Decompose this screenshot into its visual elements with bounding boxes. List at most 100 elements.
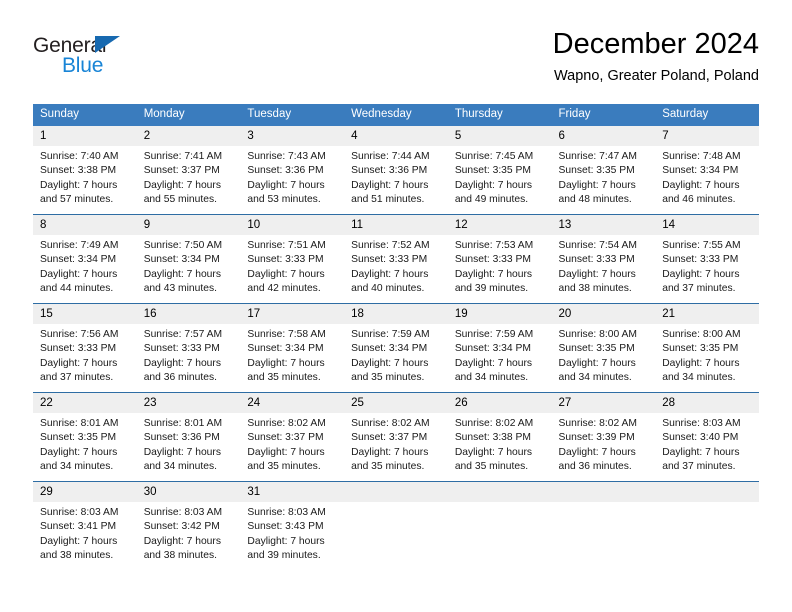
sunset-text: Sunset: 3:34 PM: [40, 254, 117, 266]
calendar-day-cell[interactable]: 16 Sunrise: 7:57 AM Sunset: 3:33 PM Dayl…: [136, 303, 241, 393]
calendar-day-cell[interactable]: 5 Sunrise: 7:45 AM Sunset: 3:35 PM Dayli…: [447, 126, 552, 215]
calendar-day-cell[interactable]: 15 Sunrise: 7:56 AM Sunset: 3:33 PM Dayl…: [33, 303, 137, 393]
day-number: [551, 482, 656, 502]
daylight-text-line2: and 37 minutes.: [662, 460, 736, 472]
calendar-day-cell[interactable]: 10 Sunrise: 7:51 AM Sunset: 3:33 PM Dayl…: [240, 214, 345, 304]
generalblue-logo[interactable]: General Blue: [33, 34, 213, 86]
day-details: Sunrise: 8:02 AM Sunset: 3:37 PM Dayligh…: [344, 413, 448, 481]
day-details: Sunrise: 7:52 AM Sunset: 3:33 PM Dayligh…: [344, 235, 448, 303]
calendar-day-cell[interactable]: 8 Sunrise: 7:49 AM Sunset: 3:34 PM Dayli…: [33, 214, 137, 304]
calendar-day-cell[interactable]: 29 Sunrise: 8:03 AM Sunset: 3:41 PM Dayl…: [33, 481, 137, 570]
sunrise-text: Sunrise: 7:59 AM: [351, 329, 430, 340]
calendar-day-cell[interactable]: 1 Sunrise: 7:40 AM Sunset: 3:38 PM Dayli…: [33, 126, 137, 215]
daylight-text-line2: and 39 minutes.: [454, 282, 529, 294]
day-number: 6: [551, 126, 656, 146]
day-details: Sunrise: 8:03 AM Sunset: 3:43 PM Dayligh…: [240, 502, 344, 570]
calendar-day-cell[interactable]: 4 Sunrise: 7:44 AM Sunset: 3:36 PM Dayli…: [344, 126, 448, 215]
sunrise-text: Sunrise: 8:03 AM: [662, 418, 741, 429]
sunset-text: Sunset: 3:42 PM: [143, 521, 220, 533]
sunset-text: Sunset: 3:35 PM: [454, 165, 531, 177]
sunrise-text: Sunrise: 8:01 AM: [40, 418, 119, 429]
daylight-text-line2: and 36 minutes.: [558, 460, 632, 472]
day-number: 23: [136, 393, 241, 413]
day-number: 8: [33, 215, 137, 235]
calendar-day-cell[interactable]: 21 Sunrise: 8:00 AM Sunset: 3:35 PM Dayl…: [655, 303, 759, 393]
sunrise-text: Sunrise: 7:54 AM: [558, 240, 637, 251]
calendar-day-cell[interactable]: 30 Sunrise: 8:03 AM Sunset: 3:42 PM Dayl…: [136, 481, 241, 570]
day-number: 14: [655, 215, 759, 235]
sunrise-text: Sunrise: 7:41 AM: [143, 151, 223, 162]
calendar-day-cell[interactable]: 27 Sunrise: 8:02 AM Sunset: 3:39 PM Dayl…: [551, 392, 656, 482]
day-details: [552, 502, 656, 570]
daylight-text-line1: Daylight: 7 hours: [558, 357, 636, 369]
sunset-text: Sunset: 3:35 PM: [558, 165, 635, 177]
calendar-day-cell[interactable]: 17 Sunrise: 7:58 AM Sunset: 3:34 PM Dayl…: [240, 303, 345, 393]
sunset-text: Sunset: 3:34 PM: [143, 254, 220, 266]
day-details: Sunrise: 7:59 AM Sunset: 3:34 PM Dayligh…: [344, 324, 448, 392]
calendar-day-cell[interactable]: 11 Sunrise: 7:52 AM Sunset: 3:33 PM Dayl…: [344, 214, 448, 304]
day-details: Sunrise: 7:57 AM Sunset: 3:33 PM Dayligh…: [137, 324, 241, 392]
sunrise-text: Sunrise: 8:03 AM: [143, 507, 223, 518]
calendar-day-cell[interactable]: 23 Sunrise: 8:01 AM Sunset: 3:36 PM Dayl…: [136, 392, 241, 482]
page-subtitle-location: Wapno, Greater Poland, Poland: [553, 68, 759, 84]
day-number: 10: [240, 215, 345, 235]
weekday-header-sunday: Sunday: [33, 104, 137, 126]
sunrise-text: Sunrise: 7:51 AM: [247, 240, 326, 251]
calendar-day-cell[interactable]: 31 Sunrise: 8:03 AM Sunset: 3:43 PM Dayl…: [240, 481, 345, 570]
daylight-text-line1: Daylight: 7 hours: [454, 446, 533, 458]
day-number: 17: [240, 304, 345, 324]
sunset-text: Sunset: 3:35 PM: [40, 432, 117, 444]
calendar-day-cell[interactable]: 2 Sunrise: 7:41 AM Sunset: 3:37 PM Dayli…: [136, 126, 241, 215]
daylight-text-line1: Daylight: 7 hours: [662, 357, 740, 369]
calendar-day-cell[interactable]: 19 Sunrise: 7:59 AM Sunset: 3:34 PM Dayl…: [447, 303, 552, 393]
calendar-day-cell[interactable]: 6 Sunrise: 7:47 AM Sunset: 3:35 PM Dayli…: [551, 126, 656, 215]
calendar-day-cell[interactable]: 12 Sunrise: 7:53 AM Sunset: 3:33 PM Dayl…: [447, 214, 552, 304]
calendar-day-cell[interactable]: 22 Sunrise: 8:01 AM Sunset: 3:35 PM Dayl…: [33, 392, 137, 482]
calendar-day-cell[interactable]: 26 Sunrise: 8:02 AM Sunset: 3:38 PM Dayl…: [447, 392, 552, 482]
day-number: 26: [447, 393, 552, 413]
calendar-day-cell[interactable]: 25 Sunrise: 8:02 AM Sunset: 3:37 PM Dayl…: [344, 392, 448, 482]
sunset-text: Sunset: 3:33 PM: [247, 254, 324, 266]
day-details: Sunrise: 7:41 AM Sunset: 3:37 PM Dayligh…: [137, 146, 241, 214]
sunrise-text: Sunrise: 8:02 AM: [558, 418, 637, 429]
daylight-text-line2: and 48 minutes.: [558, 193, 632, 205]
daylight-text-line2: and 49 minutes.: [454, 193, 529, 205]
sunset-text: Sunset: 3:37 PM: [143, 165, 220, 177]
day-number: 28: [655, 393, 759, 413]
calendar-day-cell[interactable]: 24 Sunrise: 8:02 AM Sunset: 3:37 PM Dayl…: [240, 392, 345, 482]
calendar-day-cell[interactable]: 9 Sunrise: 7:50 AM Sunset: 3:34 PM Dayli…: [136, 214, 241, 304]
sunset-text: Sunset: 3:37 PM: [351, 432, 428, 444]
daylight-text-line1: Daylight: 7 hours: [143, 179, 221, 191]
calendar-day-cell[interactable]: 13 Sunrise: 7:54 AM Sunset: 3:33 PM Dayl…: [551, 214, 656, 304]
daylight-text-line1: Daylight: 7 hours: [143, 446, 221, 458]
calendar-day-cell[interactable]: 28 Sunrise: 8:03 AM Sunset: 3:40 PM Dayl…: [655, 392, 759, 482]
daylight-text-line2: and 51 minutes.: [351, 193, 425, 205]
calendar-day-cell[interactable]: 20 Sunrise: 8:00 AM Sunset: 3:35 PM Dayl…: [551, 303, 656, 393]
calendar-day-cell[interactable]: 14 Sunrise: 7:55 AM Sunset: 3:33 PM Dayl…: [655, 214, 759, 304]
daylight-text-line2: and 34 minutes.: [454, 371, 529, 383]
logo-text-blue: Blue: [62, 54, 104, 77]
day-number: 9: [136, 215, 241, 235]
calendar-day-cell[interactable]: 3 Sunrise: 7:43 AM Sunset: 3:36 PM Dayli…: [240, 126, 345, 215]
calendar-day-cell[interactable]: 18 Sunrise: 7:59 AM Sunset: 3:34 PM Dayl…: [344, 303, 448, 393]
calendar-week-row: 15 Sunrise: 7:56 AM Sunset: 3:33 PM Dayl…: [33, 303, 759, 393]
daylight-text-line1: Daylight: 7 hours: [247, 268, 325, 280]
sunset-text: Sunset: 3:38 PM: [40, 165, 117, 177]
daylight-text-line1: Daylight: 7 hours: [454, 268, 533, 280]
daylight-text-line1: Daylight: 7 hours: [40, 535, 118, 547]
daylight-text-line2: and 36 minutes.: [143, 371, 217, 383]
daylight-text-line2: and 34 minutes.: [143, 460, 217, 472]
weekday-header-wednesday: Wednesday: [344, 104, 448, 126]
weekday-header-saturday: Saturday: [655, 104, 759, 126]
day-number: 31: [240, 482, 345, 502]
day-details: Sunrise: 7:55 AM Sunset: 3:33 PM Dayligh…: [655, 235, 759, 303]
calendar-day-cell[interactable]: 7 Sunrise: 7:48 AM Sunset: 3:34 PM Dayli…: [655, 126, 759, 215]
day-details: Sunrise: 7:58 AM Sunset: 3:34 PM Dayligh…: [240, 324, 344, 392]
sunset-text: Sunset: 3:36 PM: [247, 165, 324, 177]
daylight-text-line2: and 35 minutes.: [351, 371, 425, 383]
day-number: 25: [344, 393, 448, 413]
calendar-day-cell-empty: [655, 481, 759, 570]
sunrise-text: Sunrise: 8:02 AM: [454, 418, 534, 429]
day-details: Sunrise: 8:03 AM Sunset: 3:40 PM Dayligh…: [655, 413, 759, 481]
sunrise-text: Sunrise: 7:58 AM: [247, 329, 326, 340]
